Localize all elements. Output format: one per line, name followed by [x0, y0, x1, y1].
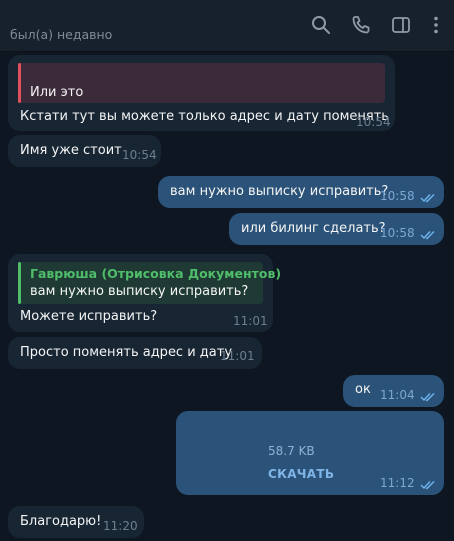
reply-text: Или это: [30, 85, 84, 100]
reply-text: вам нужно выписку исправить?: [30, 284, 249, 299]
message-time: 11:01: [220, 349, 255, 363]
message-text: Кстати тут вы можете только адрес и дату…: [20, 109, 389, 124]
incoming-message[interactable]: Благодарю! 11:20: [8, 506, 144, 538]
reply-accent-bar: [18, 63, 21, 103]
message-time: 10:54: [356, 115, 391, 129]
message-text: или билинг сделать?: [241, 221, 386, 236]
phone-icon[interactable]: [350, 14, 372, 36]
message-time: 11:04: [380, 388, 415, 402]
message-time: 10:58: [380, 189, 415, 203]
outgoing-message[interactable]: ок 11:04: [343, 375, 444, 407]
reply-accent-bar: [18, 262, 21, 304]
outgoing-file-message[interactable]: 58.7 KB СКАЧАТЬ 11:12: [176, 411, 444, 495]
incoming-message[interactable]: Гаврюша (Отрисовка Документов) вам нужно…: [8, 254, 281, 332]
reply-author: Гаврюша (Отрисовка Документов): [30, 266, 282, 281]
message-text: вам нужно выписку исправить?: [170, 184, 389, 199]
outgoing-message[interactable]: или билинг сделать? 10:58: [229, 213, 444, 245]
sidebar-toggle-icon[interactable]: [390, 14, 412, 36]
message-time: 11:01: [233, 314, 268, 328]
search-icon[interactable]: [310, 14, 332, 36]
message-text: ок: [355, 382, 371, 397]
read-checkmarks-icon: [420, 231, 435, 240]
message-time: 10:54: [122, 148, 157, 162]
message-list[interactable]: Или это Кстати тут вы можете только адре…: [0, 52, 454, 541]
message-text: Благодарю!: [20, 514, 102, 529]
message-text: Можете исправить?: [20, 309, 158, 324]
incoming-message[interactable]: Просто поменять адрес и дату 11:01: [8, 337, 262, 369]
read-checkmarks-icon: [420, 194, 435, 203]
message-time: 11:12: [380, 476, 415, 490]
download-button[interactable]: СКАЧАТЬ: [268, 467, 334, 481]
message-text: Просто поменять адрес и дату: [20, 345, 233, 360]
message-text: Имя уже стоит: [20, 143, 122, 158]
message-time: 11:20: [103, 519, 138, 533]
read-checkmarks-icon: [420, 481, 435, 490]
incoming-message[interactable]: Имя уже стоит 10:54: [8, 135, 161, 167]
incoming-message[interactable]: Или это Кстати тут вы можете только адре…: [8, 55, 395, 131]
file-size: 58.7 KB: [268, 444, 315, 458]
outgoing-message[interactable]: вам нужно выписку исправить? 10:58: [158, 176, 444, 208]
chat-header: был(а) недавно: [0, 0, 454, 52]
more-vertical-icon[interactable]: [425, 14, 447, 36]
contact-status: был(а) недавно: [10, 27, 113, 42]
read-checkmarks-icon: [420, 393, 435, 402]
message-time: 10:58: [380, 226, 415, 240]
